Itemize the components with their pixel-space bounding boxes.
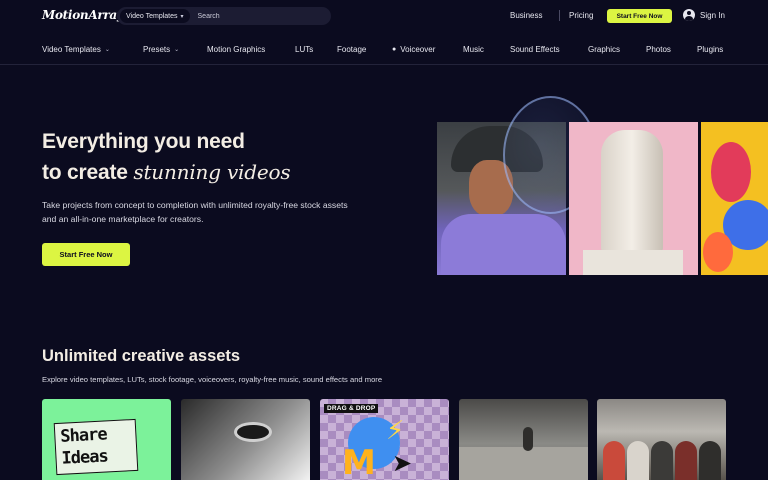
search-category-select[interactable]: Video Templates ▾ (120, 9, 190, 23)
search-input[interactable] (197, 12, 318, 20)
search-bar: Video Templates ▾ (117, 7, 331, 25)
nav-label: Video Templates (42, 45, 101, 54)
nav-label: Photos (646, 45, 671, 54)
shape (711, 142, 751, 202)
hero-title: Everything you need to create stunning v… (42, 126, 291, 188)
asset-card-portrait[interactable] (181, 399, 310, 480)
nav-label: Presets (143, 45, 171, 54)
nav-photos[interactable]: Photos (646, 45, 671, 54)
person-shape (627, 441, 649, 480)
figure-shape (523, 427, 533, 451)
person-shape (651, 441, 673, 480)
top-bar: MotionArray Video Templates ▾ Business P… (0, 0, 768, 33)
main-nav: Video Templates ⌄ Presets ⌄ Motion Graph… (0, 33, 768, 65)
hero-image-statue (569, 122, 698, 275)
hero-title-italic: stunning videos (133, 160, 291, 184)
nav-music[interactable]: Music (463, 45, 484, 54)
lightning-icon: ⚡ (386, 415, 405, 445)
assets-title: Unlimited creative assets (42, 347, 241, 365)
hero-title-line1: Everything you need (42, 130, 245, 153)
eye-shape (237, 425, 269, 439)
nav-label: Motion Graphics (207, 45, 266, 54)
chevron-down-icon: ⌄ (104, 47, 110, 53)
pedestal-shape (583, 250, 683, 275)
nav-footage[interactable]: Footage (337, 45, 366, 54)
nav-label: Voiceover (400, 45, 436, 54)
asset-card-street[interactable] (459, 399, 588, 480)
hero-image-abstract (701, 122, 768, 275)
sign-in-link[interactable]: Sign In (683, 9, 725, 21)
cursor-icon: ➤ (392, 450, 413, 477)
pricing-link[interactable]: Pricing (569, 11, 593, 20)
share-ideas-text: Share Ideas (60, 423, 108, 469)
share-text-line1: Share (59, 424, 108, 447)
hero-title-line2: to create stunning videos (42, 157, 291, 188)
business-link[interactable]: Business (510, 11, 542, 20)
hoodie-shape (441, 214, 566, 275)
m-letter-graphic: M (342, 443, 376, 480)
nav-voiceover[interactable]: ● Voiceover (392, 45, 435, 54)
nav-label: Music (463, 45, 484, 54)
divider (559, 10, 560, 21)
nav-sound-effects[interactable]: Sound Effects (510, 45, 560, 54)
nav-label: Footage (337, 45, 367, 54)
chevron-down-icon: ⌄ (174, 47, 180, 53)
user-icon (683, 9, 695, 21)
asset-card-group[interactable] (597, 399, 726, 480)
nav-luts[interactable]: LUTs (295, 45, 313, 54)
hero-title-plain: to create (42, 161, 134, 184)
start-free-button-header[interactable]: Start Free Now (607, 9, 672, 23)
search-category-label: Video Templates (126, 12, 178, 20)
sign-in-label: Sign In (700, 10, 725, 20)
assets-subtitle: Explore video templates, LUTs, stock foo… (42, 375, 383, 384)
nav-graphics[interactable]: Graphics (588, 45, 620, 54)
logo[interactable]: MotionArray (42, 8, 124, 22)
asset-card-drag-drop[interactable]: DRAG & DROP ⚡ M ➤ (320, 399, 449, 480)
microphone-icon: ● (392, 46, 397, 53)
nav-plugins[interactable]: Plugins (697, 45, 723, 54)
chevron-down-icon: ▾ (180, 13, 184, 20)
statue-shape (601, 130, 663, 252)
share-ideas-graphic: Share Ideas (53, 418, 139, 476)
drag-drop-badge: DRAG & DROP (324, 404, 379, 413)
shape (703, 232, 733, 272)
share-text-line2: Ideas (61, 446, 109, 469)
start-free-button-hero[interactable]: Start Free Now (42, 243, 130, 266)
nav-label: Sound Effects (510, 45, 560, 54)
nav-label: Graphics (588, 45, 621, 54)
nav-label: LUTs (295, 45, 314, 54)
nav-motion-graphics[interactable]: Motion Graphics (207, 45, 265, 54)
hero-subtitle: Take projects from concept to completion… (42, 200, 348, 224)
person-shape (675, 441, 697, 480)
nav-video-templates[interactable]: Video Templates ⌄ (42, 45, 110, 54)
person-shape (603, 441, 625, 480)
asset-card-share-ideas[interactable]: Share Ideas (42, 399, 171, 480)
person-shape (699, 441, 721, 480)
nav-presets[interactable]: Presets ⌄ (143, 45, 179, 54)
nav-label: Plugins (697, 45, 724, 54)
road-shape (459, 447, 588, 480)
